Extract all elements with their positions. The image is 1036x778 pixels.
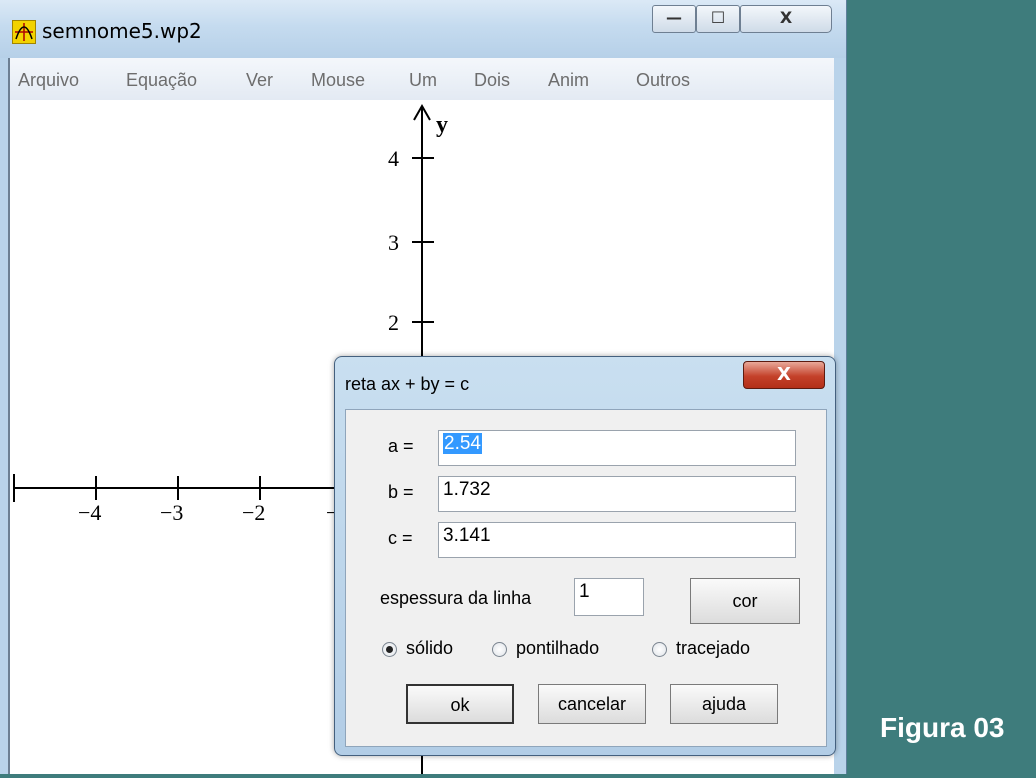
window-title: semnome5.wp2 (42, 19, 202, 43)
thickness-label: espessura da linha (380, 588, 532, 608)
radio-dashed-label: tracejado (676, 638, 751, 658)
line-dialog: reta ax + by = c X a = 2.54 b = 1.732 c … (334, 356, 836, 756)
a-input[interactable]: 2.54 (438, 430, 796, 466)
y-tick-label: 3 (388, 230, 399, 255)
c-input[interactable]: 3.141 (438, 522, 796, 558)
y-tick-label: 2 (388, 310, 399, 335)
color-button[interactable]: cor (690, 578, 800, 624)
y-axis-label: y (436, 112, 448, 138)
maximize-icon: ☐ (710, 8, 726, 27)
radio-dotted-label: pontilhado (516, 638, 600, 658)
b-input[interactable]: 1.732 (438, 476, 796, 512)
x-tick-label: −4 (78, 500, 101, 525)
b-value: 1.732 (443, 479, 491, 500)
menu-arquivo[interactable]: Arquivo (18, 70, 79, 91)
minimize-icon: — (666, 8, 682, 27)
c-value: 3.141 (443, 525, 491, 546)
title-bar[interactable]: semnome5.wp2 — ☐ X (0, 0, 846, 58)
b-label: b = (388, 482, 414, 502)
radio-selected-icon (386, 646, 393, 653)
window-left-border (8, 58, 10, 774)
radio-dotted[interactable] (492, 642, 507, 657)
menu-um[interactable]: Um (409, 70, 437, 91)
maximize-button[interactable]: ☐ (696, 5, 740, 33)
menu-outros[interactable]: Outros (636, 70, 690, 91)
menu-equacao[interactable]: Equação (126, 70, 197, 91)
close-icon: X (779, 8, 793, 27)
dialog-close-button[interactable]: X (743, 361, 825, 389)
c-label: c = (388, 528, 413, 548)
radio-solid-label: sólido (406, 638, 454, 658)
figure-caption: Figura 03 (880, 712, 1005, 743)
close-button[interactable]: X (740, 5, 832, 33)
x-tick-label: −2 (242, 500, 265, 525)
menu-dois[interactable]: Dois (474, 70, 510, 91)
x-tick-label: −3 (160, 500, 183, 525)
radio-solid[interactable] (382, 642, 397, 657)
ok-button[interactable]: ok (406, 684, 514, 724)
thickness-input[interactable]: 1 (574, 578, 644, 616)
a-value: 2.54 (443, 433, 482, 454)
menu-anim[interactable]: Anim (548, 70, 589, 91)
menu-ver[interactable]: Ver (246, 70, 273, 91)
close-icon: X (777, 364, 791, 385)
cancel-button[interactable]: cancelar (538, 684, 646, 724)
app-icon (12, 20, 36, 44)
radio-dashed[interactable] (652, 642, 667, 657)
menu-mouse[interactable]: Mouse (311, 70, 365, 91)
help-button[interactable]: ajuda (670, 684, 778, 724)
a-label: a = (388, 436, 414, 456)
menu-bar: Arquivo Equação Ver Mouse Um Dois Anim O… (8, 58, 834, 101)
dialog-title: reta ax + by = c (345, 374, 470, 394)
thickness-value: 1 (579, 581, 590, 602)
y-tick-label: 4 (388, 146, 399, 171)
minimize-button[interactable]: — (652, 5, 696, 33)
dialog-body: a = 2.54 b = 1.732 c = 3.141 espessura d… (345, 409, 827, 747)
